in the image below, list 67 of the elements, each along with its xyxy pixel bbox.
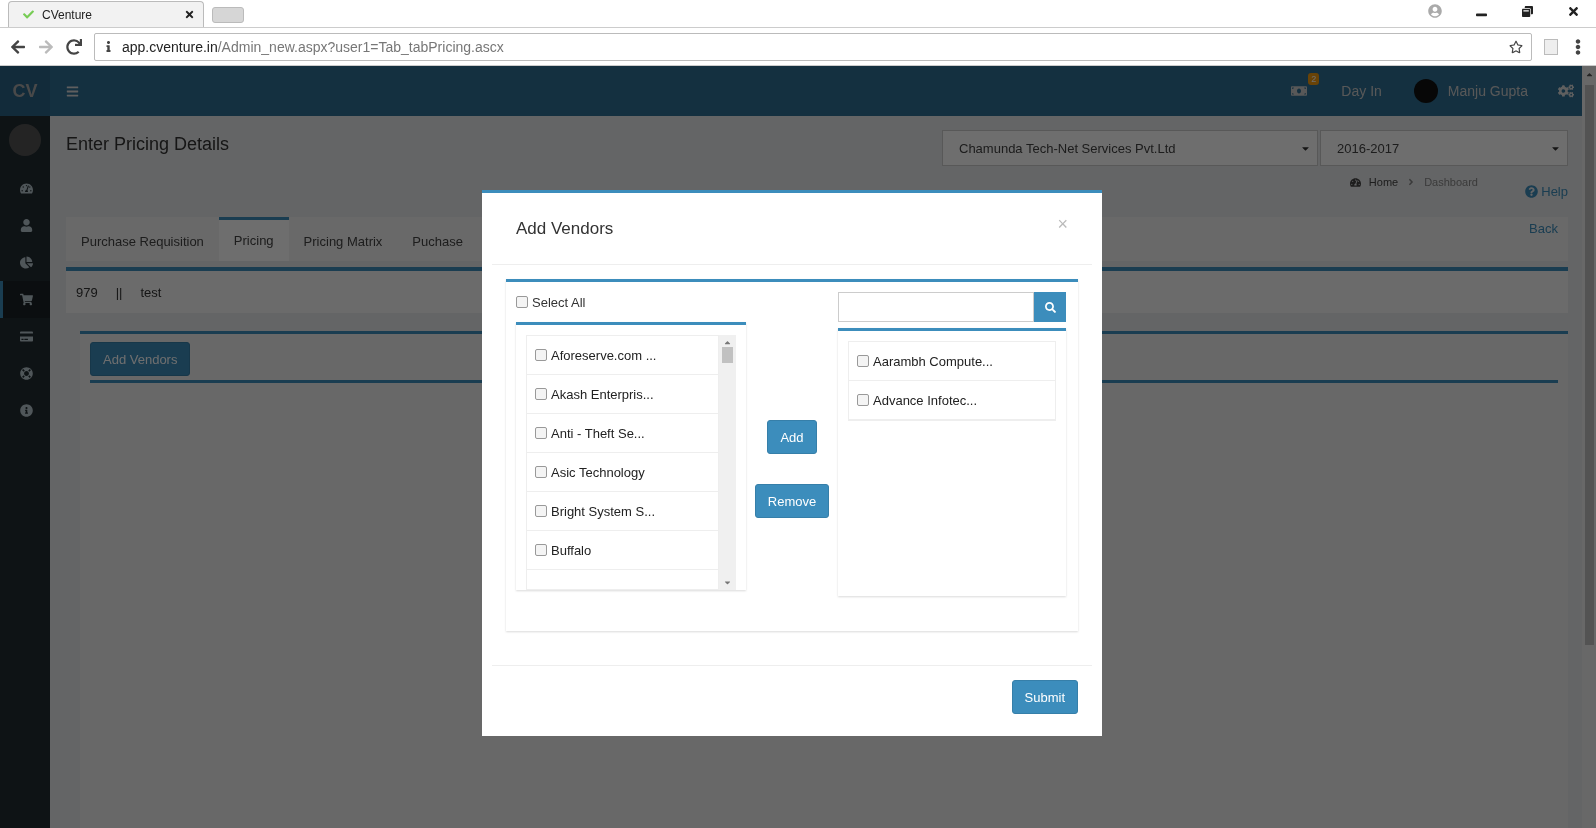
tab[interactable]: Pricing Matrix bbox=[288, 221, 398, 261]
chart-icon bbox=[20, 256, 33, 269]
info-text: 979 bbox=[76, 284, 98, 300]
vendor-item[interactable]: Advance Infotec... bbox=[849, 381, 1055, 420]
avatar bbox=[1413, 79, 1438, 103]
scrollbar[interactable] bbox=[719, 335, 736, 590]
tab[interactable]: Pricing bbox=[218, 217, 289, 261]
browser-tab[interactable]: CVenture bbox=[8, 1, 204, 27]
page-title: Enter Pricing Details bbox=[66, 134, 230, 155]
dashboard-icon bbox=[20, 182, 33, 195]
user-name[interactable]: Manju Gupta bbox=[1447, 83, 1528, 99]
add-vendors-button[interactable]: Add Vendors bbox=[90, 342, 191, 376]
tab[interactable]: Purchase Requisition bbox=[66, 221, 219, 261]
scrollbar[interactable] bbox=[1582, 66, 1596, 828]
forward-icon[interactable] bbox=[38, 38, 54, 55]
vendor-item[interactable]: Buffalo bbox=[527, 531, 718, 570]
tab[interactable]: Puchase bbox=[397, 221, 478, 261]
vendor-item[interactable]: Bright System S... bbox=[527, 492, 718, 531]
close-icon[interactable] bbox=[1566, 4, 1580, 18]
new-tab-button[interactable] bbox=[212, 7, 244, 23]
close-icon[interactable] bbox=[184, 9, 195, 20]
notification-badge: 2 bbox=[1308, 73, 1320, 85]
select-all-checkbox[interactable]: Select All bbox=[516, 292, 746, 312]
address-bar[interactable]: app.cventure.in/Admin_new.aspx?user1=Tab_tabPricing.ascx bbox=[94, 32, 1532, 61]
vendor-item[interactable]: Aforeserve.com ... bbox=[527, 336, 718, 375]
settings-icon[interactable] bbox=[1558, 83, 1574, 99]
add-button[interactable]: Add bbox=[767, 420, 817, 454]
search-button[interactable] bbox=[1034, 292, 1066, 322]
support-icon bbox=[20, 367, 33, 380]
remove-button[interactable]: Remove bbox=[754, 484, 830, 518]
back-icon[interactable] bbox=[10, 38, 26, 55]
scroll-down-icon[interactable] bbox=[723, 578, 732, 587]
year-select[interactable]: 2016-2017 bbox=[1320, 130, 1568, 166]
info-text: || bbox=[115, 284, 123, 300]
vendor-item[interactable]: Akash Enterpris... bbox=[527, 375, 718, 414]
close-button[interactable]: × bbox=[1057, 214, 1068, 235]
vendor-item[interactable]: Asic Technology bbox=[527, 453, 718, 492]
info-icon bbox=[103, 41, 114, 52]
url-text: app.cventure.in/Admin_new.aspx?user1=Tab_tabPricing.ascx bbox=[122, 38, 504, 55]
vendor-item[interactable]: Aarambh Compute... bbox=[849, 342, 1055, 381]
help-link[interactable]: Help bbox=[1525, 184, 1568, 199]
back-link[interactable]: Back bbox=[1529, 221, 1558, 236]
search-field[interactable] bbox=[838, 292, 1034, 322]
company-select[interactable]: Chamunda Tech-Net Services Pvt.Ltd bbox=[942, 130, 1318, 166]
modal-title: Add Vendors bbox=[516, 218, 614, 239]
breadcrumb-link[interactable]: Home bbox=[1368, 176, 1399, 188]
money-icon[interactable] bbox=[1291, 83, 1308, 99]
scroll-up-icon[interactable] bbox=[1584, 70, 1594, 79]
user-icon bbox=[20, 219, 33, 232]
card-icon bbox=[20, 330, 33, 343]
info-icon bbox=[20, 404, 33, 417]
sidebar-item[interactable] bbox=[0, 281, 50, 318]
restore-icon[interactable] bbox=[1521, 5, 1533, 17]
reload-icon[interactable] bbox=[66, 38, 82, 55]
scroll-up-icon[interactable] bbox=[723, 338, 732, 347]
check-logo-icon bbox=[23, 9, 34, 20]
search-icon bbox=[1044, 301, 1056, 313]
vendor-item[interactable]: Anti - Theft Se... bbox=[527, 414, 718, 453]
submit-button[interactable]: Submit bbox=[1011, 680, 1078, 714]
cart-icon bbox=[20, 293, 33, 306]
extension-icon[interactable] bbox=[1544, 38, 1558, 55]
star-icon[interactable] bbox=[1509, 39, 1523, 54]
dashboard-icon bbox=[1349, 176, 1361, 188]
info-text: test bbox=[140, 284, 162, 300]
day-in-link[interactable]: Day In bbox=[1341, 83, 1382, 99]
help-icon bbox=[1525, 185, 1539, 198]
scroll-thumb[interactable] bbox=[722, 347, 733, 363]
